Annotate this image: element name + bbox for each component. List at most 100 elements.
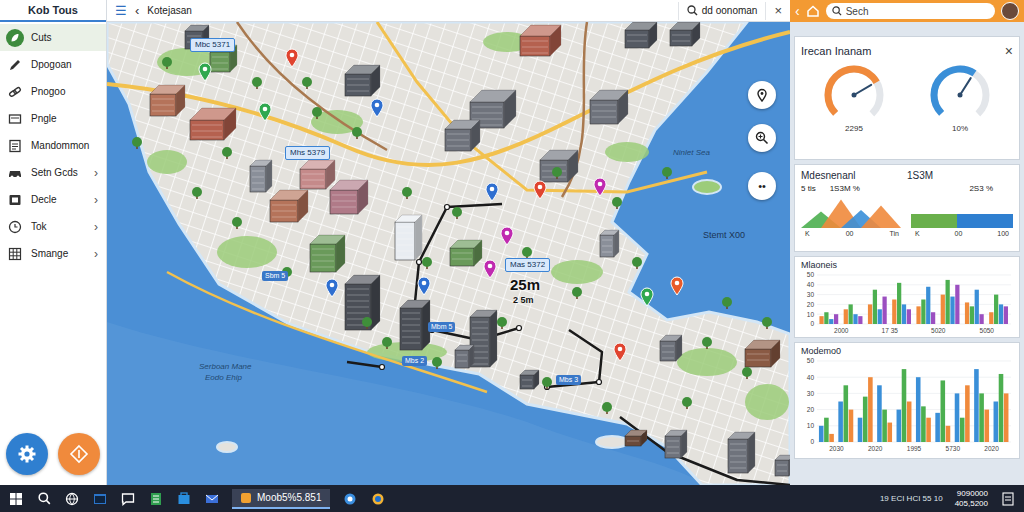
- map-pin[interactable]: [285, 48, 299, 68]
- gauge-fill: [924, 64, 996, 122]
- chart-bar: [941, 295, 945, 324]
- map-pin[interactable]: [670, 276, 684, 296]
- close-button[interactable]: ×: [774, 3, 782, 18]
- building: [270, 190, 308, 222]
- map-pin[interactable]: [533, 180, 547, 200]
- axis-label: Tin: [890, 230, 899, 237]
- chat-icon[interactable]: [120, 491, 136, 507]
- chrome-icon[interactable]: [370, 491, 386, 507]
- map-pin[interactable]: [613, 342, 627, 362]
- more-button[interactable]: ••: [748, 172, 776, 200]
- terminal-icon[interactable]: [92, 491, 108, 507]
- tree: [662, 167, 672, 179]
- x-tick: 2020: [984, 445, 999, 452]
- settings-button[interactable]: [6, 433, 48, 475]
- taskbar-app-label: Moob5%5.851: [257, 492, 322, 503]
- route-line: [347, 204, 790, 485]
- tree: [632, 257, 642, 269]
- tree: [552, 167, 562, 179]
- tree: [497, 317, 507, 329]
- sidebar-item[interactable]: Pngle: [0, 105, 106, 132]
- building: [190, 108, 236, 140]
- building: [775, 455, 790, 476]
- map-pin[interactable]: [258, 102, 272, 122]
- chart-bar: [1004, 393, 1009, 442]
- chart-card: Modemo05040302010020302020199557302020: [794, 342, 1020, 459]
- tree: [542, 377, 552, 389]
- chart-bar: [965, 385, 970, 442]
- map-label: Mas 5372: [505, 258, 550, 272]
- sidebar-item[interactable]: Setn Gcds›: [0, 159, 106, 186]
- search-icon[interactable]: [36, 491, 52, 507]
- locate-button[interactable]: [748, 81, 776, 109]
- browser-icon[interactable]: [342, 491, 358, 507]
- search-text[interactable]: dd oonoman: [702, 5, 758, 16]
- chart-bar: [863, 397, 868, 442]
- tree: [312, 107, 322, 119]
- navigate-button[interactable]: [58, 433, 100, 475]
- chart-bar: [979, 314, 983, 324]
- sidebar-item-label: Setn Gcds: [31, 167, 78, 178]
- map-pin[interactable]: [485, 182, 499, 202]
- map-search[interactable]: dd oonoman: [678, 2, 767, 20]
- panel-search[interactable]: [826, 3, 995, 19]
- store-icon[interactable]: [176, 491, 192, 507]
- close-button[interactable]: ×: [1005, 43, 1013, 59]
- map[interactable]: Mbc 5371Mhs 5379Mas 5372Sbm 5Mbm 5Mbs 2M…: [107, 22, 790, 485]
- menu-button[interactable]: ☰: [115, 3, 127, 18]
- chart-bar: [834, 314, 838, 324]
- tree: [402, 187, 412, 199]
- sidebar-item-label: Pnogoo: [31, 86, 65, 97]
- tree: [302, 77, 312, 89]
- avatar-icon[interactable]: [1001, 2, 1019, 20]
- map-pin[interactable]: [198, 62, 212, 82]
- map-pin[interactable]: [325, 278, 339, 298]
- pin-icon: [483, 259, 497, 279]
- building: [625, 22, 657, 48]
- building: [395, 215, 422, 260]
- map-pin[interactable]: [500, 226, 514, 246]
- chart-bar: [858, 418, 863, 442]
- tree: [432, 357, 442, 369]
- chart-bar: [838, 402, 843, 443]
- map-pin[interactable]: [640, 287, 654, 307]
- chart-bar: [916, 306, 920, 324]
- chart-bar: [921, 300, 925, 325]
- sidebar-item[interactable]: Cuts: [0, 24, 106, 51]
- map-label: Serboan Mane: [199, 362, 251, 372]
- system-tray[interactable]: 19 ECI HCI 55 10: [880, 494, 943, 503]
- chart-bar: [878, 309, 882, 324]
- taskbar-app[interactable]: Moob5%5.851: [232, 489, 330, 509]
- chart-bar: [849, 410, 854, 442]
- building: [660, 335, 682, 361]
- map-pin[interactable]: [370, 98, 384, 118]
- sidebar-item-label: Decle: [31, 194, 57, 205]
- notification-icon[interactable]: [1000, 491, 1016, 507]
- mail-icon[interactable]: [204, 491, 220, 507]
- map-canvas[interactable]: [107, 22, 790, 485]
- sidebar-item[interactable]: Decle›: [0, 186, 106, 213]
- sidebar-item[interactable]: Tok›: [0, 213, 106, 240]
- tree: [232, 217, 242, 229]
- clock[interactable]: 9090000405,5200: [955, 489, 988, 507]
- building: [745, 340, 780, 367]
- search-icon: [832, 6, 842, 16]
- chart-bar: [955, 393, 960, 442]
- back-button[interactable]: ‹: [135, 3, 139, 18]
- chart-bar: [989, 312, 993, 324]
- pin-icon: [755, 88, 769, 102]
- map-pin[interactable]: [417, 276, 431, 296]
- search-field[interactable]: [846, 6, 989, 17]
- home-icon[interactable]: [806, 4, 820, 18]
- sidebar-item[interactable]: Smange›: [0, 240, 106, 267]
- browser-icon[interactable]: [64, 491, 80, 507]
- map-pin[interactable]: [593, 177, 607, 197]
- sheet-icon[interactable]: [148, 491, 164, 507]
- zoom-button[interactable]: [748, 124, 776, 152]
- windows-icon[interactable]: [8, 491, 24, 507]
- sidebar-item[interactable]: Dpogoan: [0, 51, 106, 78]
- back-button[interactable]: ‹: [795, 3, 800, 19]
- sidebar-item[interactable]: Mandommon: [0, 132, 106, 159]
- sidebar-item[interactable]: Pnogoo: [0, 78, 106, 105]
- map-pin[interactable]: [483, 259, 497, 279]
